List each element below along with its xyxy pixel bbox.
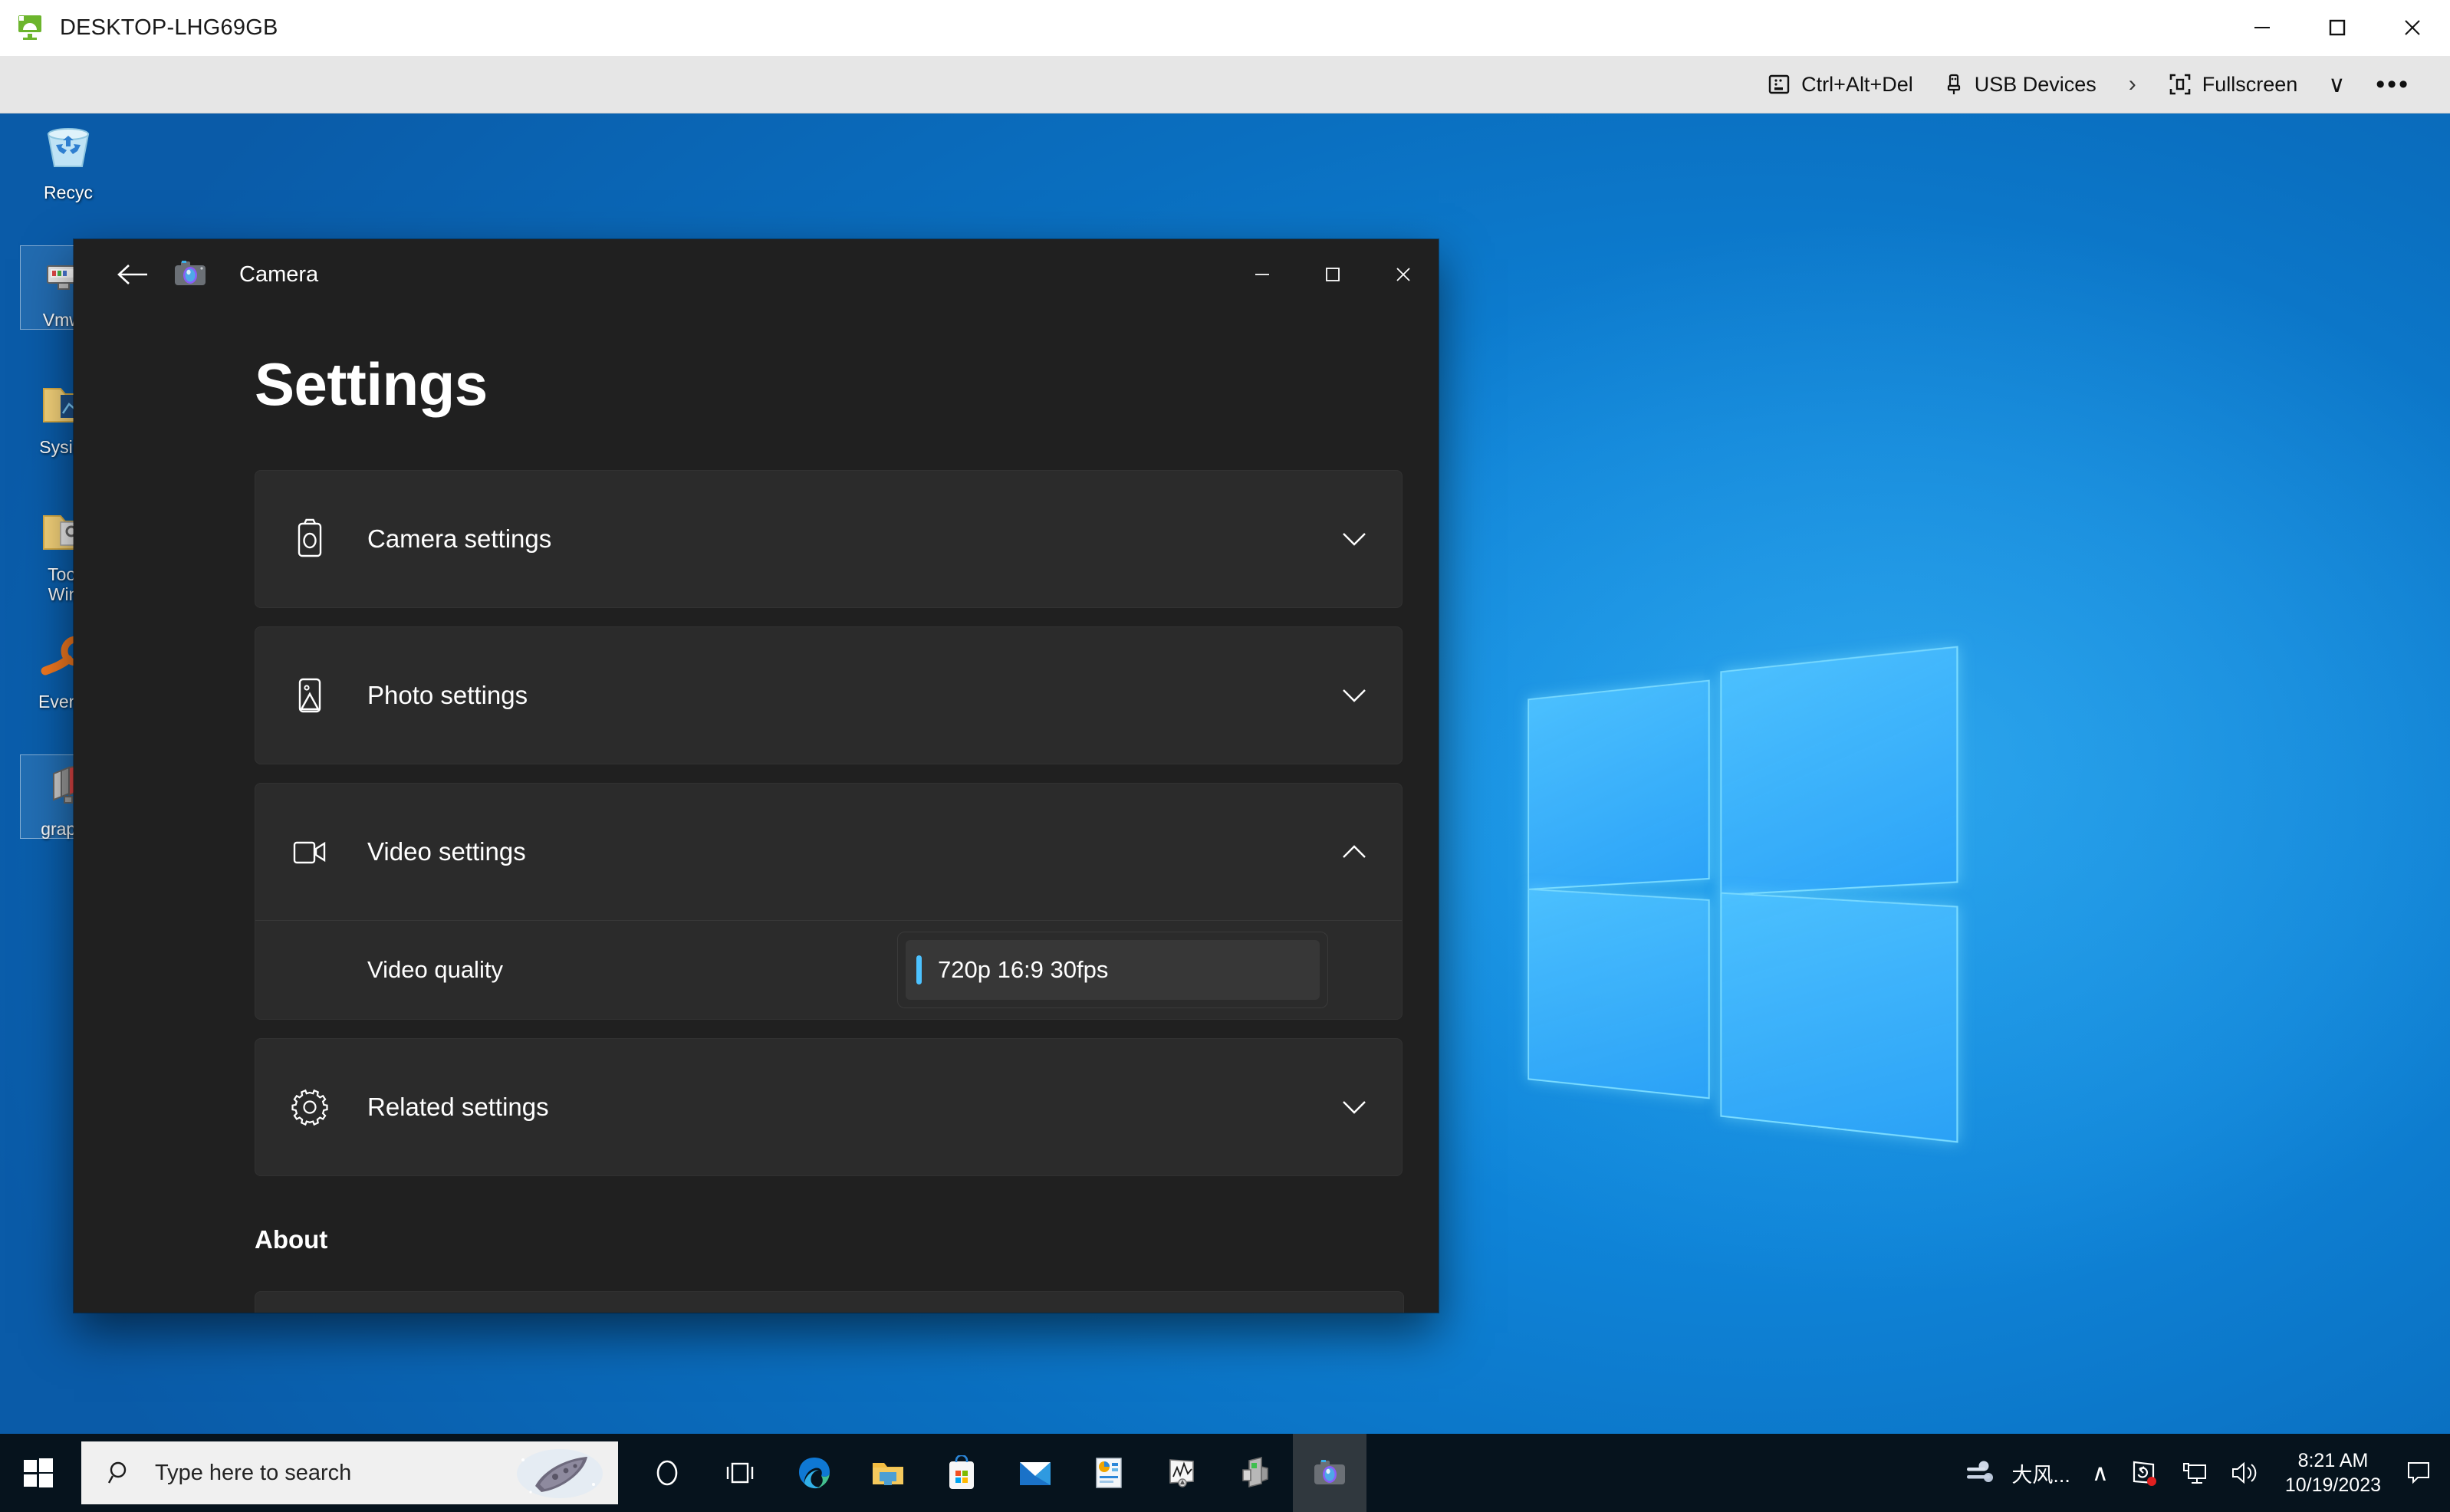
camera-close-button[interactable] — [1368, 239, 1439, 310]
recycle-bin-icon — [40, 121, 97, 178]
clock-time: 8:21 AM — [2297, 1450, 2369, 1471]
search-icon — [107, 1460, 133, 1486]
camera-app-icon — [173, 258, 207, 291]
chevron-up-icon: ∧ — [2091, 1460, 2109, 1486]
clock-date: 10/19/2023 — [2284, 1474, 2381, 1496]
fullscreen-button[interactable]: Fullscreen — [2153, 63, 2314, 106]
wind-weather-icon — [1965, 1458, 1999, 1488]
settings-card-camera: Camera settings — [255, 470, 1403, 608]
camera-settings-body: Settings Camera settings Photo settings … — [74, 310, 1439, 1313]
camera-outline-icon — [286, 515, 334, 563]
vmware-title-text: DESKTOP-LHG69GB — [60, 15, 278, 40]
onedrive-sync-icon[interactable] — [2119, 1434, 2170, 1512]
ctrl-alt-del-button[interactable]: Ctrl+Alt+Del — [1752, 63, 1929, 106]
volume-icon[interactable] — [2219, 1434, 2271, 1512]
gear-icon — [286, 1083, 334, 1131]
vmware-maximize-button[interactable] — [2300, 0, 2375, 55]
show-hidden-icons-button[interactable]: ∧ — [2081, 1434, 2119, 1512]
chevron-down-icon: ∨ — [2328, 71, 2346, 97]
keyboard-icon — [1768, 73, 1791, 96]
settings-card-related: Related settings — [255, 1038, 1403, 1176]
usb-devices-label: USB Devices — [1974, 72, 2096, 96]
vmware-minimize-button[interactable] — [2225, 0, 2300, 55]
system-tray: 大风... ∧ 8:21 AM 10/19/2023 — [1955, 1434, 2450, 1512]
camera-minimize-button[interactable] — [1227, 239, 1297, 310]
video-camera-icon — [286, 828, 334, 876]
windows-logo-wallpaper — [1528, 646, 1968, 1143]
camera-maximize-button[interactable] — [1297, 239, 1368, 310]
chevron-down-icon[interactable] — [1337, 522, 1371, 556]
dev-tool-icon[interactable] — [1219, 1434, 1293, 1512]
taskbar-app-list — [630, 1434, 1366, 1512]
page-title: Settings — [255, 350, 488, 418]
fullscreen-icon — [2169, 73, 2192, 96]
file-explorer-icon[interactable] — [851, 1434, 925, 1512]
photo-image-icon — [286, 672, 334, 719]
video-settings-expander[interactable]: Video settings — [255, 784, 1402, 920]
camera-settings-expander[interactable]: Camera settings — [255, 471, 1402, 607]
guest-screen: Recyc VmwA Sysinte Tools Wind Everyth gr… — [0, 113, 2450, 1512]
weather-widget[interactable]: 大风... — [1955, 1434, 2081, 1512]
search-input[interactable]: Type here to search — [81, 1441, 618, 1504]
cortana-icon[interactable] — [630, 1434, 704, 1512]
vmware-toolbar: Ctrl+Alt+Del USB Devices › Fullscreen ∨ … — [0, 56, 2450, 113]
microsoft-edge-icon[interactable] — [778, 1434, 851, 1512]
video-quality-label: Video quality — [367, 956, 503, 983]
toolbar-more-button[interactable]: ••• — [2360, 63, 2425, 106]
office-app-icon[interactable] — [1072, 1434, 1146, 1512]
camera-app-window: Camera Settings Camera settings Photo se… — [74, 239, 1439, 1313]
vmware-titlebar: DESKTOP-LHG69GB — [0, 0, 2450, 56]
fullscreen-label: Fullscreen — [2202, 72, 2298, 96]
vmware-monitor-icon — [17, 15, 46, 41]
vmware-close-button[interactable] — [2375, 0, 2450, 55]
usb-icon — [1944, 73, 1964, 96]
windows-start-icon[interactable] — [0, 1434, 77, 1512]
photo-settings-label: Photo settings — [367, 681, 528, 709]
about-section-heading: About — [255, 1225, 328, 1254]
vmware-workstation-window: DESKTOP-LHG69GB Ctrl+Alt+Del USB Devices… — [0, 0, 2450, 1512]
usb-devices-button[interactable]: USB Devices — [1929, 63, 2112, 106]
camera-window-controls — [1227, 239, 1439, 310]
video-quality-dropdown[interactable]: 720p 16:9 30fps — [897, 932, 1328, 1008]
search-meteor-icon — [508, 1446, 607, 1501]
related-settings-expander[interactable]: Related settings — [255, 1039, 1402, 1175]
camera-taskbar-icon[interactable] — [1293, 1434, 1366, 1512]
settings-card-photo: Photo settings — [255, 626, 1403, 764]
chevron-down-icon[interactable] — [1337, 1090, 1371, 1124]
camera-titlebar: Camera — [74, 239, 1439, 310]
toolbar-dropdown-button[interactable]: ∨ — [2313, 63, 2360, 106]
chevron-up-icon[interactable] — [1337, 835, 1371, 869]
notification-icon[interactable] — [2395, 1434, 2442, 1512]
video-quality-selected-option[interactable]: 720p 16:9 30fps — [906, 940, 1320, 1000]
camera-window-title: Camera — [239, 261, 319, 287]
vmware-window-controls — [2225, 0, 2450, 55]
taskbar: Type here to search 大风... ∧ 8:21 AM 10/1… — [0, 1434, 2450, 1512]
video-quality-value: 720p 16:9 30fps — [938, 956, 1109, 983]
related-settings-label: Related settings — [367, 1093, 549, 1121]
chevron-down-icon[interactable] — [1337, 679, 1371, 712]
task-view-icon[interactable] — [704, 1434, 778, 1512]
ctrl-alt-del-label: Ctrl+Alt+Del — [1801, 72, 1913, 96]
microsoft-store-icon[interactable] — [925, 1434, 998, 1512]
desktop-icon-label: Recyc — [44, 182, 93, 202]
video-quality-row: Video quality 720p 16:9 30fps — [255, 920, 1402, 1019]
network-monitor-icon[interactable] — [2170, 1434, 2219, 1512]
desktop-icon-recycle-bin[interactable]: Recyc — [11, 118, 126, 230]
about-card — [255, 1291, 1404, 1313]
weather-text: 大风... — [2011, 1463, 2070, 1487]
vmware-title-group: DESKTOP-LHG69GB — [0, 15, 278, 41]
toolbar-separator-chevron-icon: › — [2128, 71, 2136, 97]
clock[interactable]: 8:21 AM 10/19/2023 — [2271, 1434, 2395, 1512]
selection-accent-bar — [916, 955, 922, 984]
performance-monitor-icon[interactable] — [1146, 1434, 1219, 1512]
ellipsis-icon: ••• — [2376, 69, 2410, 99]
mail-icon[interactable] — [998, 1434, 1072, 1512]
back-arrow-icon[interactable] — [101, 248, 166, 301]
camera-settings-label: Camera settings — [367, 524, 552, 553]
search-placeholder-text: Type here to search — [155, 1460, 352, 1485]
settings-card-list: Camera settings Photo settings Video set… — [255, 470, 1403, 1176]
video-settings-label: Video settings — [367, 837, 526, 866]
settings-card-video: Video settings Video quality 720p 16:9 3… — [255, 783, 1403, 1020]
photo-settings-expander[interactable]: Photo settings — [255, 627, 1402, 764]
